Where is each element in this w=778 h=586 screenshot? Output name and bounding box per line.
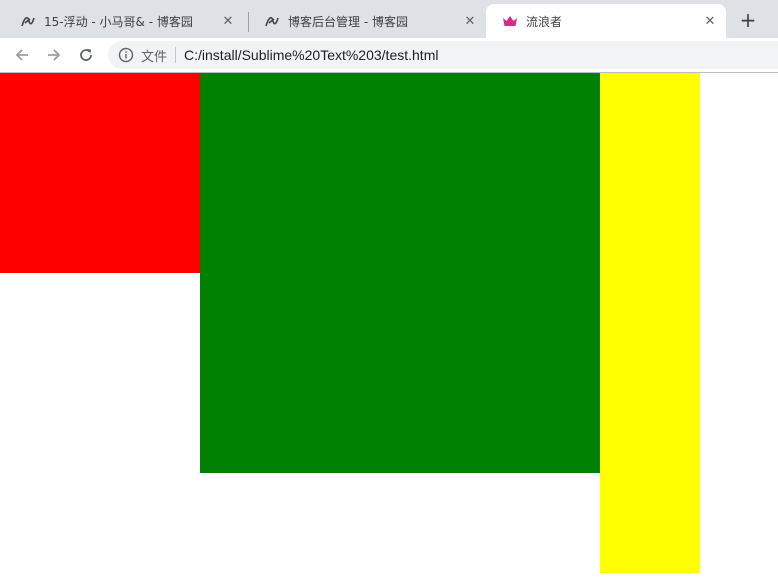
close-icon[interactable]: ✕ <box>462 13 478 29</box>
address-divider <box>175 47 177 63</box>
scheme-label: 文件 <box>141 49 168 65</box>
cnblogs-icon <box>20 13 36 29</box>
tab-cnblogs-float[interactable]: 15-浮动 - 小马哥& - 博客园 ✕ <box>4 4 244 38</box>
tab-label: 15-浮动 - 小马哥& - 博客园 <box>44 14 193 29</box>
back-button[interactable] <box>10 43 34 67</box>
red-box <box>0 73 200 273</box>
plus-icon: + <box>739 8 757 32</box>
address-bar[interactable]: 文件 C:/install/Sublime%20Text%203/test.ht… <box>108 41 778 69</box>
close-icon[interactable]: ✕ <box>220 13 236 29</box>
forward-button[interactable] <box>42 43 66 67</box>
close-icon[interactable]: ✕ <box>702 13 718 29</box>
info-icon[interactable] <box>118 47 134 63</box>
page-viewport <box>0 73 778 586</box>
crown-icon <box>502 13 518 29</box>
url-text[interactable]: C:/install/Sublime%20Text%203/test.html <box>184 47 438 63</box>
tab-active-liulangzhe[interactable]: 流浪者 ✕ <box>486 4 726 38</box>
tab-label: 博客后台管理 - 博客园 <box>288 14 408 29</box>
browser-toolbar: 文件 C:/install/Sublime%20Text%203/test.ht… <box>0 38 778 73</box>
back-arrow-icon <box>15 49 28 61</box>
tab-cnblogs-admin[interactable]: 博客后台管理 - 博客园 ✕ <box>248 4 486 38</box>
reload-button[interactable] <box>74 43 98 67</box>
yellow-box <box>600 73 700 573</box>
reload-icon <box>80 49 92 61</box>
new-tab-button[interactable]: + <box>736 8 760 32</box>
tab-strip: 15-浮动 - 小马哥& - 博客园 ✕ 博客后台管理 - 博客园 ✕ 流浪者 … <box>0 0 778 38</box>
green-box <box>200 73 600 473</box>
cnblogs-icon <box>264 13 280 29</box>
forward-arrow-icon <box>48 49 61 61</box>
tab-label: 流浪者 <box>526 14 563 29</box>
